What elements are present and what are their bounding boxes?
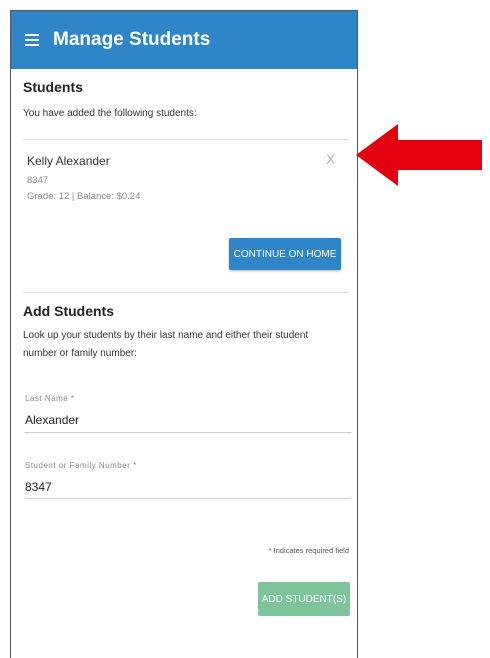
required-field-note: * Indicates required field (268, 546, 349, 555)
student-number: 8347 (27, 175, 49, 186)
last-name-underline (25, 432, 351, 433)
hamburger-menu-icon[interactable] (25, 34, 39, 46)
students-heading: Students (23, 79, 83, 95)
app-bar: Manage Students (11, 11, 357, 69)
students-subtitle: You have added the following students: (23, 108, 197, 119)
student-details: Grade: 12 | Balance: $0.24 (27, 191, 141, 202)
last-name-field[interactable]: Alexander (25, 413, 79, 427)
add-students-button[interactable]: ADD STUDENT(S) (258, 582, 350, 616)
last-name-label: Last Name * (25, 394, 75, 403)
add-students-heading: Add Students (23, 303, 114, 319)
student-number-underline (25, 498, 351, 499)
remove-student-icon[interactable]: X (326, 151, 335, 167)
divider (23, 139, 349, 140)
student-number-field[interactable]: 8347 (25, 480, 52, 494)
phone-frame: Manage Students Students You have added … (10, 10, 358, 658)
add-students-description: Look up your students by their last name… (23, 330, 309, 359)
red-arrow-icon (356, 124, 482, 186)
continue-on-home-button[interactable]: CONTINUE ON HOME (229, 238, 341, 270)
student-number-label: Student or Family Number * (25, 461, 137, 470)
page-title: Manage Students (53, 29, 211, 50)
student-name: Kelly Alexander (27, 154, 110, 168)
divider (23, 292, 349, 293)
